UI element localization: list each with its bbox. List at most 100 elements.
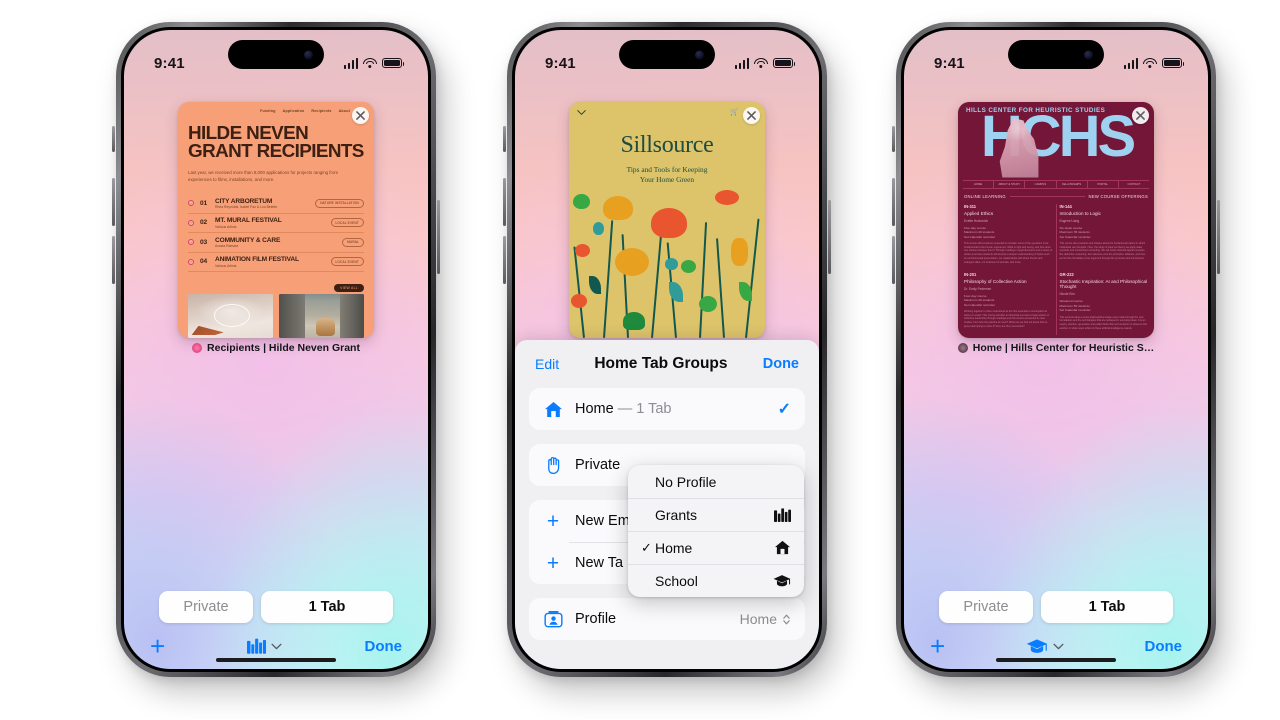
volume-down-button[interactable] <box>503 236 506 284</box>
course-instructor: Evette Horkovich <box>964 218 989 223</box>
list-item[interactable]: › 04 ANIMATION FILM FESTIVAL Various Art… <box>188 253 364 272</box>
card-image-installation <box>188 294 273 338</box>
item-artist: Acacia Ramara <box>215 244 239 248</box>
phone-2-screen: 9:41 🛒 Sillsource Tips and Tools for Kee… <box>515 30 819 669</box>
volume-up-button[interactable] <box>112 178 115 226</box>
power-button[interactable] <box>437 200 440 274</box>
nav-portal[interactable]: PORTAL <box>1088 181 1119 188</box>
site-nav: HOME ABOUT & STUDY CAMPUS FELLOWSHIPS PO… <box>963 180 1149 189</box>
item-tag: LOCAL EVENT <box>330 257 364 267</box>
chevron-right-icon: › <box>188 239 194 246</box>
plus-icon: + <box>546 551 560 575</box>
tab-count-pill[interactable]: 1 Tab <box>1041 591 1173 623</box>
close-tab-button[interactable] <box>1132 107 1149 124</box>
card-images <box>188 294 364 338</box>
list-item[interactable]: › 01 CITY ARBORETUM Rhea Reynolds, Isabe… <box>188 194 364 214</box>
course-card[interactable]: IN-144 Introduction to Logic Eugene Lian… <box>1060 204 1149 267</box>
silent-switch[interactable] <box>112 126 115 152</box>
status-indicators <box>734 57 796 69</box>
view-all-button[interactable]: VIEW ALL <box>334 284 364 292</box>
card-title: HILDE NEVEN GRANT RECIPIENTS <box>188 123 368 161</box>
profile-value[interactable]: Home <box>740 611 791 627</box>
new-tab-button[interactable]: + <box>150 633 165 659</box>
item-number: 04 <box>200 258 207 266</box>
nav-funding[interactable]: Funding <box>260 109 276 113</box>
toolbar-actions: + Done <box>904 623 1208 669</box>
tab-groups-sheet: Edit Home Tab Groups Done Home — 1 Tab ✓ <box>515 340 819 669</box>
nav-campus[interactable]: CAMPUS <box>1025 181 1057 188</box>
nav-fellowships[interactable]: FELLOWSHIPS <box>1057 181 1088 188</box>
private-pill[interactable]: Private <box>939 591 1033 623</box>
nav-about[interactable]: About <box>339 109 350 113</box>
sidebar-item-profile[interactable]: Profile Home <box>529 598 805 640</box>
house-icon <box>543 401 563 418</box>
silent-switch[interactable] <box>503 126 506 152</box>
tab-card-recipients[interactable]: Funding Application Recipients About HIL… <box>178 102 374 338</box>
nav-recipients[interactable]: Recipients <box>311 109 331 113</box>
volume-up-button[interactable] <box>892 178 895 226</box>
close-tab-button[interactable] <box>352 107 369 124</box>
books-icon <box>773 507 791 522</box>
edit-button[interactable]: Edit <box>535 356 559 372</box>
close-tab-button[interactable] <box>743 107 760 124</box>
menu-item-home[interactable]: ✓ Home <box>628 531 804 564</box>
power-button[interactable] <box>828 200 831 274</box>
list-item[interactable]: › 02 MT. MURAL FESTIVAL Various Artists … <box>188 214 364 233</box>
site-nav: Funding Application Recipients About <box>260 109 350 113</box>
done-button[interactable]: Done <box>365 638 403 655</box>
hand-raised-icon <box>543 456 563 474</box>
battery-icon <box>382 57 405 69</box>
private-pill[interactable]: Private <box>159 591 253 623</box>
new-tab-button[interactable]: + <box>930 633 945 659</box>
course-code: IN-144 <box>1059 204 1072 209</box>
section-headers: ONLINE LEARNING NEW COURSE OFFERINGS <box>964 194 1148 199</box>
toolbar-actions: + Done <box>124 623 428 669</box>
graduation-cap-icon <box>1026 638 1048 653</box>
wifi-icon <box>754 57 768 69</box>
card-title-line2: GRANT RECIPIENTS <box>188 139 364 161</box>
tab-title-text: Recipients | Hilde Neven Grant <box>207 342 360 354</box>
menu-item-no-profile[interactable]: No Profile <box>628 465 804 498</box>
course-card[interactable]: IN-311 Applied Ethics Evette Horkovich F… <box>964 204 1053 267</box>
phone-bezel: 9:41 HILLS CENTER FOR HEURISTIC STUDIES … <box>901 27 1211 672</box>
item-artist: Rhea Reynolds, Isabel Paz & Lou Belette <box>215 205 278 209</box>
course-meta: Weekend course Maximum 50 students Set C… <box>1059 299 1091 313</box>
list-item[interactable]: › 03 COMMUNITY & CARE Acacia Ramara MURA… <box>188 233 364 253</box>
course-instructor: Dr. Emily Pedersen <box>964 286 992 291</box>
course-instructor: Eugene Liang <box>1059 218 1080 223</box>
menu-item-grants[interactable]: Grants <box>628 498 804 531</box>
power-button[interactable] <box>1217 200 1220 274</box>
tab-group-picker[interactable] <box>247 638 282 654</box>
volume-down-button[interactable] <box>112 236 115 284</box>
profile-value-text: Home <box>739 611 777 627</box>
nav-home[interactable]: HOME <box>963 181 995 188</box>
course-card[interactable]: IN-201 Philosophy of Collective Action D… <box>964 272 1053 335</box>
volume-up-button[interactable] <box>503 178 506 226</box>
sheet-done-button[interactable]: Done <box>763 356 799 372</box>
volume-down-button[interactable] <box>892 236 895 284</box>
tab-card-hchs[interactable]: HILLS CENTER FOR HEURISTIC STUDIES HCHS … <box>958 102 1154 338</box>
tab-title-label: Recipients | Hilde Neven Grant <box>124 342 428 354</box>
item-name: ANIMATION FILM FESTIVAL <box>215 256 299 263</box>
plus-icon: + <box>546 509 560 533</box>
home-indicator[interactable] <box>216 657 336 662</box>
image-figure <box>316 317 336 337</box>
menu-item-school[interactable]: School <box>628 564 804 597</box>
chevron-right-icon: › <box>188 219 194 226</box>
menu-item-label: Grants <box>655 506 698 523</box>
cellular-signal-icon <box>734 57 749 69</box>
sidebar-item-home-tab-group[interactable]: Home — 1 Tab ✓ <box>529 388 805 430</box>
nav-application[interactable]: Application <box>283 109 305 113</box>
home-indicator[interactable] <box>996 657 1116 662</box>
tab-group-picker[interactable] <box>1026 638 1064 655</box>
nav-about-study[interactable]: ABOUT & STUDY <box>994 181 1026 188</box>
nav-contact[interactable]: CONTACT <box>1119 181 1149 188</box>
done-button[interactable]: Done <box>1145 638 1183 655</box>
silent-switch[interactable] <box>892 126 895 152</box>
tab-card-sillsource[interactable]: 🛒 Sillsource Tips and Tools for Keeping … <box>569 102 765 338</box>
course-card[interactable]: GR-222 Stochastic Inspiration: AI and Ph… <box>1060 272 1149 335</box>
chevron-down-icon[interactable] <box>577 108 586 117</box>
item-artist: Various Artists <box>215 263 237 268</box>
cart-icon[interactable]: 🛒 <box>730 108 739 116</box>
tab-count-pill[interactable]: 1 Tab <box>261 591 393 623</box>
